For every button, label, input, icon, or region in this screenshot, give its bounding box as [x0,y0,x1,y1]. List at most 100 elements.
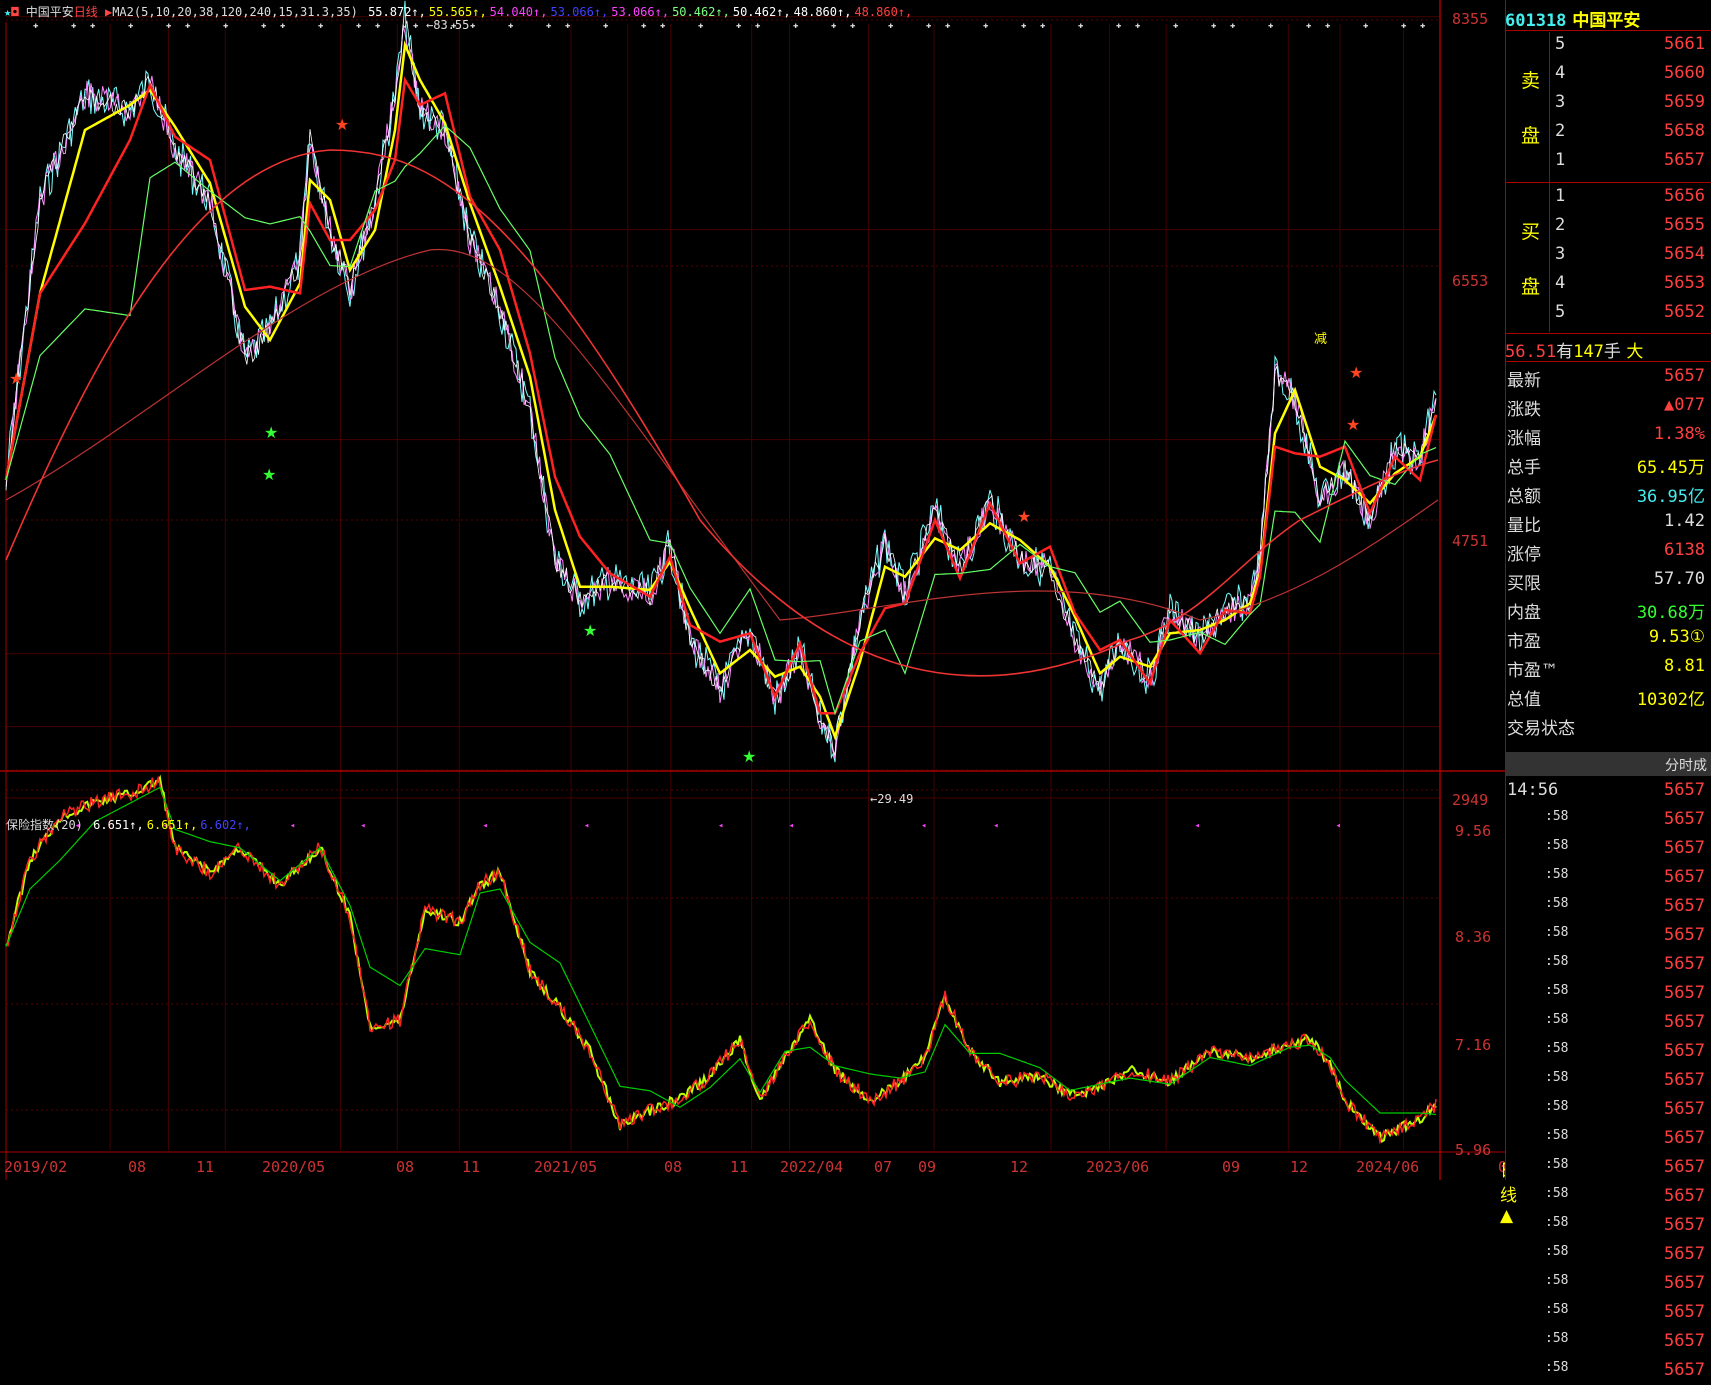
tick-price: 5657 [1664,809,1705,829]
signal-mark-icon: ✚ [1363,21,1369,31]
tick-price: 5657 [1664,1041,1705,1061]
signal-mark-icon: ✚ [850,21,856,31]
signal-mark-icon: ✚ [223,21,229,31]
tick-row[interactable]: :58 5657 [1505,1157,1711,1182]
buy-level-row: 4 5653 [1505,273,1711,295]
tick-time: :58 [1545,1360,1569,1375]
tick-time: :58 [1545,1128,1569,1143]
tick-price: 5657 [1664,954,1705,974]
tick-price: 5657 [1664,1331,1705,1351]
stat-row: 涨幅 1.38% [1505,424,1711,449]
tick-time: :58 [1545,1157,1569,1172]
signal-mark-icon: ✚ [926,21,932,31]
kline-chart-canvas[interactable]: ★ ★ ★ ★ ★ ★ ★ ★ ★ ✚ ✚ ✚ ✚ ✚ ✚ ✚ ✚ ✚ ✚ ✚ ✚ ✚ ✚ ✚ ✚ ✚ ✚ ✚ ✚ ✚ ✚ ✚ ✚ ✚ ✚ ✚ ✚ ✚ ✚ ✚… [0,0,1505,1180]
signal-mark-icon: ✚ [641,21,647,31]
quote-panel: 601318 中国平安 卖盘 5 5661 4 5660 3 5659 2 5658 1 5657… [1505,0,1711,1380]
ma-value: 53.066↑, [550,5,609,19]
stat-value: 10302亿 [1636,690,1705,710]
period-label[interactable]: 日线 [74,5,98,19]
date-axis-label: 2023/06 [1086,1158,1150,1176]
level-number: 5 [1555,302,1566,322]
stat-row: 总额 36.95亿 [1505,482,1711,507]
tick-row[interactable]: :58 5657 [1505,867,1711,892]
tick-row[interactable]: :58 5657 [1505,1128,1711,1153]
tick-row[interactable]: :58 5657 [1505,1215,1711,1240]
tick-time: :58 [1545,838,1569,853]
tick-price: 5657 [1664,1215,1705,1235]
star-marker-icon: ★ [264,423,278,442]
indicator-values: 6.651↑, 6.651↑, 6.602↑, [90,818,251,832]
signal-mark-icon: ✚ [983,21,989,31]
tick-price: 5657 [1664,1244,1705,1264]
ma-formula: MA2(5,10,20,38,120,240,15,31.3,35) [112,5,358,19]
signal-mark-icon: ✚ [1116,21,1122,31]
tick-row[interactable]: :58 5657 [1505,983,1711,1008]
stat-value: 65.45万 [1636,458,1705,478]
signal-mark-icon: ✚ [71,21,77,31]
tick-price: 5657 [1664,896,1705,916]
signal-mark-icon: ◂ [789,821,794,831]
tick-time: :58 [1545,1186,1569,1201]
stat-label: 内盘 [1507,603,1541,623]
star-marker-icon: ★ [262,465,276,484]
tick-row[interactable]: :58 5657 [1505,1041,1711,1066]
tick-row[interactable]: :58 5657 [1505,1099,1711,1124]
stat-row: 买限 57.70 [1505,569,1711,594]
stat-label: 量比 [1507,516,1541,536]
kline-chart-area[interactable]: ★ ★ ★ ★ ★ ★ ★ ★ ★ ✚ ✚ ✚ ✚ ✚ ✚ ✚ ✚ ✚ ✚ ✚ ✚ ✚ ✚ ✚ ✚ ✚ ✚ ✚ ✚ ✚ ✚ ✚ ✚ ✚ ✚ ✚ ✚ ✚ ✚ ✚… [0,0,1695,1226]
tick-row[interactable]: :58 5657 [1505,1012,1711,1037]
sell-level-row: 2 5658 [1505,121,1711,143]
tick-row[interactable]: 14:56 5657 [1505,780,1711,805]
indicator-axis-label: 5.96 [1455,1141,1492,1159]
signal-mark-icon: ✚ [831,21,837,31]
sell-level-row: 3 5659 [1505,92,1711,114]
date-axis-label: 12 [1290,1158,1309,1176]
panel-title: 601318 中国平安 [1505,6,1711,31]
tick-row[interactable]: :58 5657 [1505,1070,1711,1095]
tick-header-bar: 分时成 [1505,752,1711,776]
signal-mark-icon: ✚ [698,21,704,31]
stat-label: 买限 [1507,574,1541,594]
level-number: 3 [1555,244,1566,264]
tick-price: 5657 [1664,1070,1705,1090]
tick-time: :58 [1545,925,1569,940]
tick-row[interactable]: :58 5657 [1505,1331,1711,1356]
tick-time: :58 [1545,1302,1569,1317]
signal-mark-icon: ◂ [584,821,589,831]
tick-row[interactable]: :58 5657 [1505,1360,1711,1385]
signal-mark-icon: ✚ [1268,21,1274,31]
level-number: 3 [1555,92,1566,112]
tick-row[interactable]: :58 5657 [1505,838,1711,863]
stat-row: 总值 10302亿 [1505,685,1711,710]
tick-price: 5657 [1664,1360,1705,1380]
tick-time: :58 [1545,1331,1569,1346]
tick-row[interactable]: :58 5657 [1505,925,1711,950]
ma-value: 48.860↑, [854,5,913,19]
candle-series [5,20,1437,756]
tick-price: 5657 [1664,780,1705,800]
tick-row[interactable]: :58 5657 [1505,1302,1711,1327]
tick-time: :58 [1545,809,1569,824]
signal-mark-icon: ✚ [90,21,96,31]
indicator-header: 保险指数(20) 6.651↑, 6.651↑, 6.602↑, [6,816,251,833]
tick-row[interactable]: :58 5657 [1505,896,1711,921]
signal-mark-icon: ✚ [1173,21,1179,31]
star-marker-icon: ★ [742,747,756,766]
stat-label: 最新 [1507,371,1541,391]
signal-mark-icon: ✚ [755,21,761,31]
tick-row[interactable]: :58 5657 [1505,1244,1711,1269]
star-marker-icon: ★ [583,621,597,640]
tick-price: 5657 [1664,867,1705,887]
date-axis-label: 2022/04 [780,1158,844,1176]
tick-price: 5657 [1664,1128,1705,1148]
tick-row[interactable]: :58 5657 [1505,809,1711,834]
signal-mark-icon: ✚ [1135,21,1141,31]
ma-value: 53.066↑, [611,5,670,19]
tick-row[interactable]: :58 5657 [1505,1186,1711,1211]
buy-level-row: 3 5654 [1505,244,1711,266]
tick-row[interactable]: :58 5657 [1505,954,1711,979]
tick-row[interactable]: :58 5657 [1505,1273,1711,1298]
ma-line-red-long [5,149,1439,677]
price-axis-label: 4751 [1452,532,1489,550]
signal-mark-icon: ◂ [1335,821,1340,831]
